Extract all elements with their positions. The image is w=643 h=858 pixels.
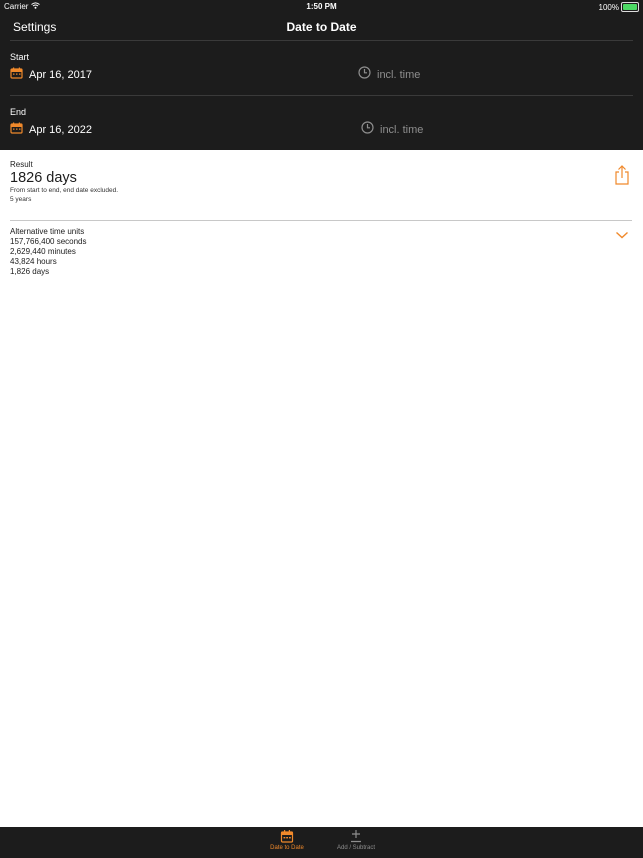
start-time-label: incl. time bbox=[377, 69, 421, 81]
tab-label-date-to-date: Date to Date bbox=[270, 845, 304, 851]
battery-percent: 100% bbox=[598, 2, 619, 12]
tab-bar: Date to Date Add / Subtract bbox=[0, 827, 643, 858]
result-years: 5 years bbox=[10, 196, 32, 203]
alt-minutes: 2,629,440 minutes bbox=[10, 247, 76, 256]
tab-date-to-date[interactable]: Date to Date bbox=[252, 829, 322, 851]
alt-seconds: 157,766,400 seconds bbox=[10, 237, 87, 246]
end-date-value: Apr 16, 2022 bbox=[29, 124, 92, 136]
share-icon[interactable] bbox=[613, 165, 631, 185]
end-include-time-toggle[interactable]: incl. time bbox=[361, 121, 423, 139]
alt-days: 1,826 days bbox=[10, 267, 50, 276]
end-time-label: incl. time bbox=[380, 124, 424, 136]
result-note: From start to end, end date excluded. bbox=[10, 187, 119, 194]
start-date-value: Apr 16, 2017 bbox=[29, 69, 92, 81]
start-date-picker[interactable]: Apr 16, 2017 bbox=[10, 66, 92, 84]
alt-hours: 43,824 hours bbox=[10, 257, 57, 266]
nav-bar: Settings Date to Date bbox=[0, 14, 643, 40]
result-value: 1826 days bbox=[10, 170, 77, 186]
start-include-time-toggle[interactable]: incl. time bbox=[358, 66, 420, 84]
alternative-units-title: Alternative time units bbox=[10, 227, 85, 236]
plus-minus-icon bbox=[321, 829, 391, 843]
tab-label-add-subtract: Add / Subtract bbox=[336, 845, 376, 851]
start-section: Start Apr 16, 2017 incl. time bbox=[0, 41, 643, 95]
page-title: Date to Date bbox=[286, 20, 357, 34]
start-label: Start bbox=[10, 52, 30, 62]
end-label: End bbox=[10, 107, 27, 117]
alternative-units-section: Alternative time units 157,766,400 secon… bbox=[10, 227, 87, 277]
end-section: End Apr 16, 2022 incl. time bbox=[0, 96, 643, 150]
calendar-icon bbox=[252, 829, 322, 843]
status-time: 1:50 PM bbox=[306, 2, 337, 11]
status-bar: Carrier 1:50 PM 100% bbox=[0, 0, 643, 14]
clock-icon bbox=[358, 66, 371, 84]
end-date-picker[interactable]: Apr 16, 2022 bbox=[10, 121, 92, 139]
clock-icon bbox=[361, 121, 374, 139]
result-divider bbox=[10, 220, 632, 221]
chevron-down-icon[interactable] bbox=[615, 227, 629, 239]
battery-info: 100% bbox=[599, 2, 639, 12]
result-label: Result bbox=[10, 160, 33, 169]
calendar-icon bbox=[10, 121, 23, 139]
tab-add-subtract[interactable]: Add / Subtract bbox=[321, 829, 391, 851]
result-section: Result 1826 days From start to end, end … bbox=[10, 160, 118, 204]
battery-icon bbox=[621, 2, 639, 12]
calendar-icon bbox=[10, 66, 23, 84]
